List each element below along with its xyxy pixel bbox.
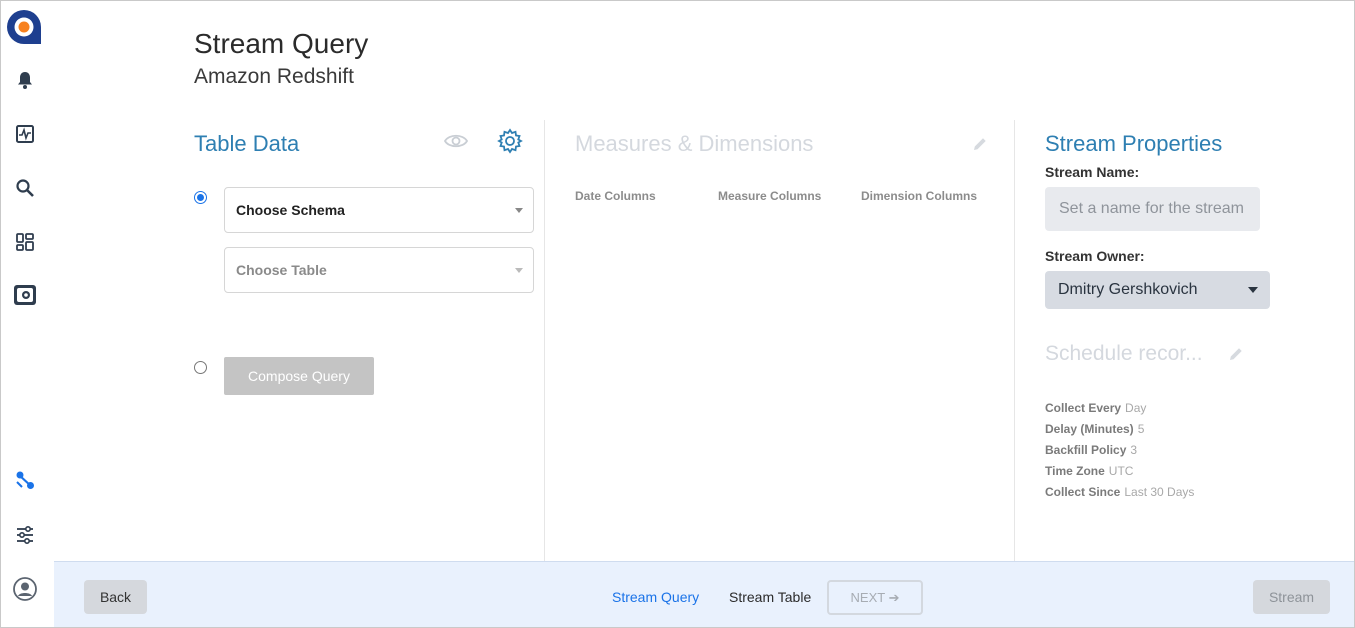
stream-owner-select[interactable]: Dmitry Gershkovich [1045, 271, 1270, 309]
stream-button[interactable]: Stream [1253, 580, 1330, 614]
edit-pencil-icon[interactable] [1228, 346, 1244, 367]
search-icon[interactable] [12, 175, 38, 201]
step-stream-table[interactable]: Stream Table [729, 589, 811, 605]
dashboards-icon[interactable] [12, 229, 38, 255]
table-data-title: Table Data [194, 131, 300, 156]
schedule-row: Backfill Policy 3 [1045, 443, 1137, 457]
schema-select-label: Choose Schema [236, 202, 345, 218]
schedule-key: Time Zone [1045, 464, 1105, 478]
table-select-label: Choose Table [236, 262, 327, 278]
footer-bar [54, 561, 1355, 628]
page-subtitle: Amazon Redshift [194, 65, 354, 88]
compose-query-button[interactable]: Compose Query [224, 357, 374, 395]
column-divider [1014, 120, 1015, 562]
stream-owner-label: Stream Owner: [1045, 248, 1145, 264]
column-divider [544, 120, 545, 562]
table-select[interactable]: Choose Table [224, 247, 534, 293]
stream-name-input[interactable] [1045, 187, 1260, 231]
schema-radio[interactable] [194, 191, 207, 204]
compose-radio[interactable] [194, 361, 207, 374]
schedule-key: Collect Every [1045, 401, 1122, 415]
measures-title: Measures & Dimensions [575, 131, 814, 156]
schedule-row: Collect Every Day [1045, 401, 1146, 415]
settings-gear-icon[interactable] [497, 128, 523, 159]
date-columns-header: Date Columns [575, 189, 656, 203]
edit-pencil-icon[interactable] [972, 136, 988, 157]
back-button[interactable]: Back [84, 580, 147, 614]
schedule-title: Schedule recor... [1045, 342, 1203, 365]
sliders-icon[interactable] [12, 522, 38, 548]
schema-select[interactable]: Choose Schema [224, 187, 534, 233]
preview-eye-icon[interactable] [443, 131, 469, 156]
chevron-down-icon [1248, 287, 1258, 293]
measure-columns-header: Measure Columns [718, 189, 822, 203]
sidebar [0, 0, 54, 628]
step-stream-query[interactable]: Stream Query [612, 589, 699, 605]
schedule-key: Backfill Policy [1045, 443, 1127, 457]
schedule-key: Delay (Minutes) [1045, 422, 1134, 436]
page-title: Stream Query [194, 28, 369, 59]
schedule-row: Time Zone UTC [1045, 464, 1133, 478]
next-button[interactable]: NEXT ➔ [827, 580, 923, 615]
schedule-row: Delay (Minutes) 5 [1045, 422, 1144, 436]
schedule-value: UTC [1108, 464, 1134, 478]
stream-owner-value: Dmitry Gershkovich [1058, 281, 1198, 298]
user-icon[interactable] [12, 576, 38, 602]
schedule-value: Day [1125, 401, 1147, 415]
schedule-key: Collect Since [1045, 485, 1121, 499]
activity-icon[interactable] [12, 121, 38, 147]
schedule-value: 5 [1137, 422, 1145, 436]
bell-icon[interactable] [12, 67, 38, 93]
stream-name-label: Stream Name: [1045, 164, 1140, 180]
schedule-value: Last 30 Days [1124, 485, 1195, 499]
dimension-columns-header: Dimension Columns [861, 189, 978, 203]
chevron-down-icon [515, 208, 523, 213]
streams-icon[interactable] [12, 282, 38, 308]
anodot-logo[interactable] [6, 9, 42, 45]
link-icon[interactable] [12, 467, 38, 493]
chevron-down-icon [515, 268, 523, 273]
schedule-value: 3 [1130, 443, 1138, 457]
stream-properties-title: Stream Properties [1045, 131, 1223, 156]
schedule-row: Collect Since Last 30 Days [1045, 485, 1194, 499]
